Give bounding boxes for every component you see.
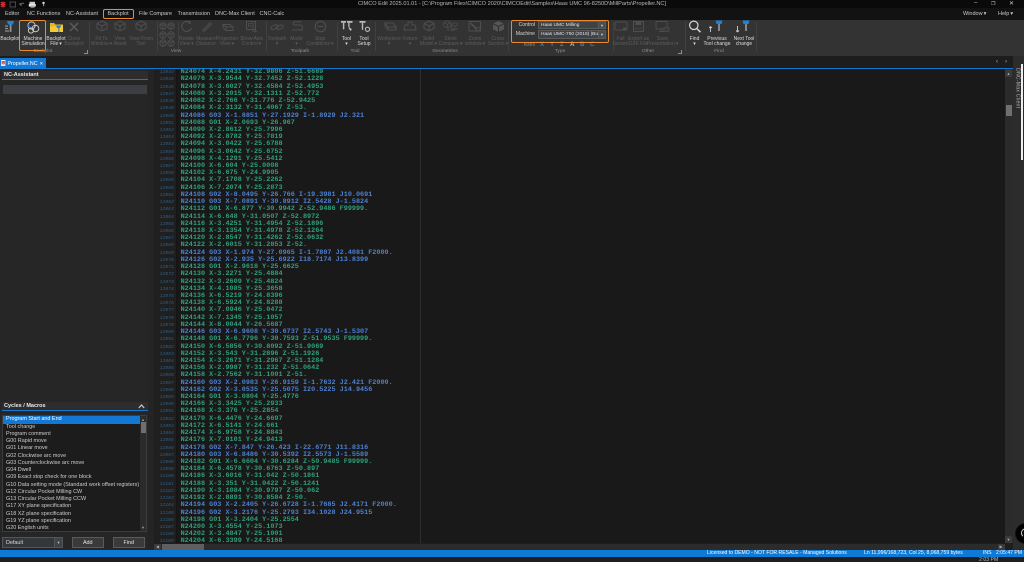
svg-text:DXF: DXF	[635, 26, 644, 31]
